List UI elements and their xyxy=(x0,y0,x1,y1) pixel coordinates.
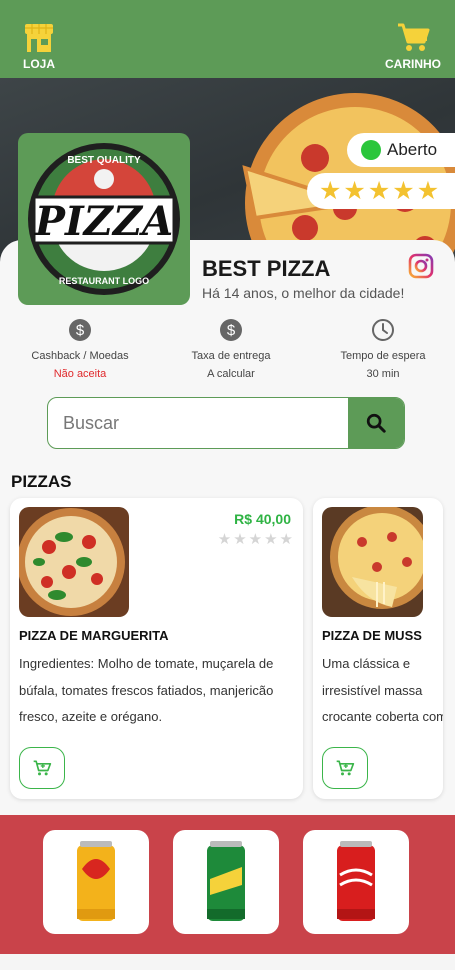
store-status-badge: Aberto xyxy=(347,133,455,167)
star-icon: ★ xyxy=(217,531,232,548)
search-input[interactable] xyxy=(48,398,348,448)
drink-item[interactable] xyxy=(303,830,409,934)
store-name: BEST PIZZA xyxy=(202,256,331,281)
drinks-carousel xyxy=(0,815,455,954)
instagram-icon[interactable] xyxy=(408,253,434,279)
clock-icon xyxy=(372,319,394,341)
drink-item[interactable] xyxy=(43,830,149,934)
product-rating: ★ ★ ★ ★ ★ xyxy=(218,530,293,548)
product-description: Ingredientes: Molho de tomate, muçarela … xyxy=(19,656,274,724)
product-card[interactable]: R$ 40,00 ★ ★ ★ ★ ★ PIZZA DE MARGUERITA I… xyxy=(10,498,303,799)
dollar-icon: $ xyxy=(220,319,242,341)
cart-icon xyxy=(398,23,430,51)
star-icon: ★ xyxy=(343,176,366,205)
add-to-cart-button[interactable] xyxy=(322,747,368,789)
store-nav-label: LOJA xyxy=(22,57,55,71)
open-status-dot xyxy=(361,140,381,160)
info-cashback: $ Cashback / Moedas Não aceita xyxy=(10,318,150,380)
mozzarella-pizza-image xyxy=(322,507,423,617)
search-bar xyxy=(47,397,405,449)
info-label: Tempo de espera xyxy=(340,350,426,362)
dollar-icon: $ xyxy=(69,319,91,341)
product-name: PIZZA DE MARGUERITA xyxy=(19,628,169,643)
pizza-logo-image: PIZZA BEST QUALITY RESTAURANT LOGO xyxy=(28,143,180,295)
search-icon xyxy=(366,413,386,433)
coca-cola-can-icon xyxy=(337,841,375,921)
star-icon: ★ xyxy=(319,176,342,205)
star-icon: ★ xyxy=(416,176,440,205)
star-icon: ★ xyxy=(248,531,263,548)
info-label: Taxa de entrega xyxy=(191,350,271,362)
logo-pizza-text: PIZZA xyxy=(34,198,173,245)
add-cart-icon xyxy=(336,760,355,776)
logo-bottom-text: RESTAURANT LOGO xyxy=(59,276,149,286)
info-label: Cashback / Moedas xyxy=(31,350,129,362)
info-value: A calcular xyxy=(207,368,255,380)
cart-nav-button[interactable]: CARINHO xyxy=(385,22,441,71)
product-image xyxy=(322,507,423,617)
cart-nav-label: CARINHO xyxy=(385,57,441,71)
top-bar: LOJA CARINHO xyxy=(0,0,455,78)
add-cart-icon xyxy=(33,760,52,776)
star-icon: ★ xyxy=(279,531,293,548)
drink-item[interactable] xyxy=(173,830,279,934)
svg-text:$: $ xyxy=(227,322,236,339)
star-icon: ★ xyxy=(264,531,278,548)
info-delivery-fee: $ Taxa de entrega A calcular xyxy=(161,318,301,380)
kuat-can-icon xyxy=(207,841,245,921)
section-title: PIZZAS xyxy=(11,472,72,491)
product-description: Uma clássica e irresistível massa crocan… xyxy=(322,656,443,724)
guarana-can-icon xyxy=(77,841,115,921)
star-icon: ★ xyxy=(392,176,415,205)
star-icon: ★ xyxy=(233,531,247,548)
margherita-pizza-image xyxy=(19,507,129,617)
info-value: 30 min xyxy=(366,368,400,380)
store-logo: PIZZA BEST QUALITY RESTAURANT LOGO xyxy=(18,133,190,305)
store-tagline: Há 14 anos, o melhor da cidade! xyxy=(202,285,405,301)
product-image xyxy=(19,507,129,617)
store-status-label: Aberto xyxy=(387,140,438,159)
info-value: Não aceita xyxy=(53,368,107,380)
store-icon xyxy=(25,24,53,52)
search-button[interactable] xyxy=(348,398,404,448)
svg-text:$: $ xyxy=(76,322,85,339)
info-wait-time: Tempo de espera 30 min xyxy=(313,318,453,380)
product-card[interactable]: PIZZA DE MUSS Uma clássica e irresistíve… xyxy=(313,498,443,799)
product-name: PIZZA DE MUSS xyxy=(322,628,422,643)
store-rating-badge: ★ ★ ★ ★ ★ xyxy=(307,173,455,209)
product-price: R$ 40,00 xyxy=(234,511,291,527)
store-nav-button[interactable]: LOJA xyxy=(22,22,56,71)
add-to-cart-button[interactable] xyxy=(19,747,65,789)
logo-top-text: BEST QUALITY xyxy=(67,155,141,166)
star-icon: ★ xyxy=(367,176,391,205)
